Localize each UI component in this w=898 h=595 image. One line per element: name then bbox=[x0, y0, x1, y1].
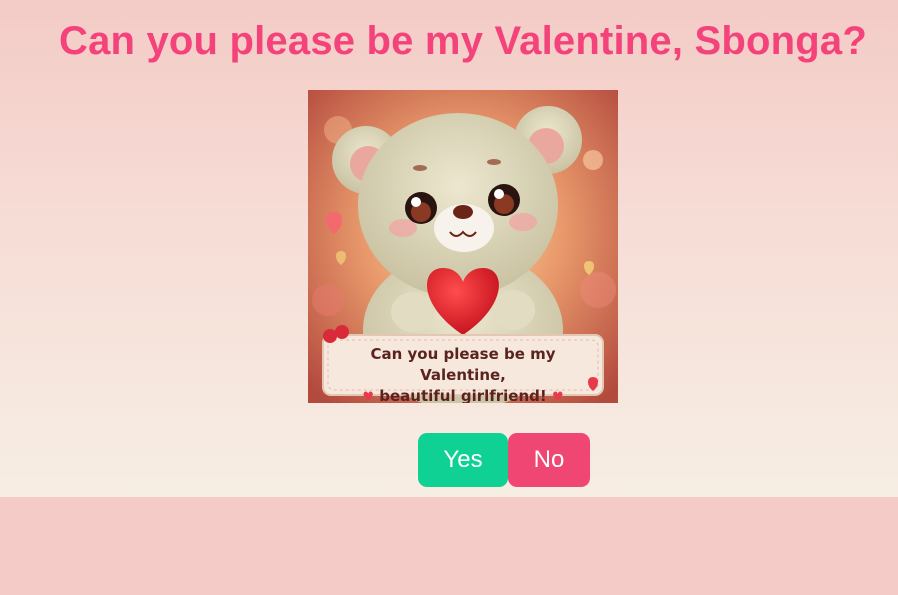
content-panel: Can you please be my Valentine, Sbonga? bbox=[0, 0, 898, 497]
page-title: Can you please be my Valentine, Sbonga? bbox=[58, 19, 867, 63]
caption-line-2: ♥ beautiful girlfriend! ♥ bbox=[326, 386, 600, 403]
caption-line-1: Can you please be my Valentine, bbox=[370, 345, 556, 384]
caption-line-2-text: beautiful girlfriend! bbox=[379, 387, 547, 403]
page: Can you please be my Valentine, Sbonga? bbox=[0, 0, 898, 595]
heart-icon: ♥ bbox=[551, 390, 564, 403]
teddy-bear-image: Can you please be my Valentine, ♥ beauti… bbox=[308, 90, 618, 403]
heart-icon: ♥ bbox=[362, 390, 374, 403]
image-caption: Can you please be my Valentine, ♥ beauti… bbox=[326, 338, 600, 403]
yes-button[interactable]: Yes bbox=[418, 433, 508, 487]
no-button[interactable]: No bbox=[508, 433, 590, 487]
